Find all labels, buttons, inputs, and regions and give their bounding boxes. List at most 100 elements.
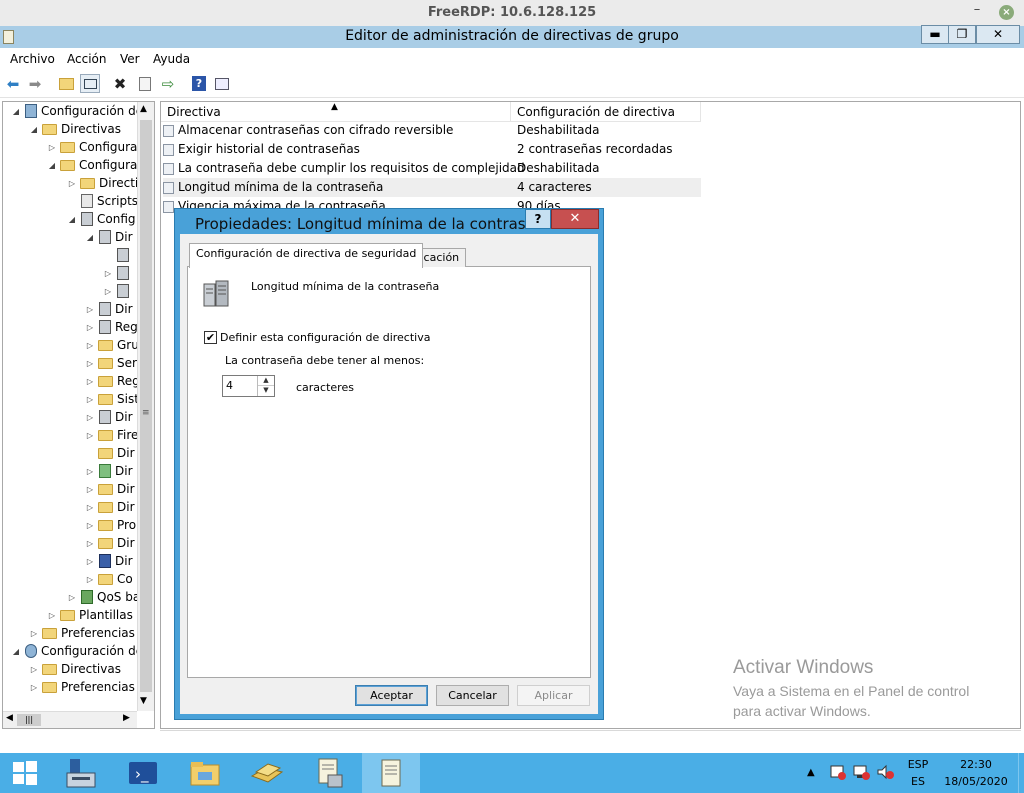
notepad-icon[interactable] xyxy=(300,753,358,793)
volume-icon[interactable] xyxy=(876,764,894,780)
tree-item[interactable]: ▷ Co xyxy=(85,570,133,588)
menu-archivo[interactable]: Archivo xyxy=(10,52,55,66)
tree-item[interactable]: ▷ Reg xyxy=(85,372,140,390)
collapsed-arrow-icon[interactable]: ▷ xyxy=(67,179,77,188)
delete-icon[interactable]: ✖ xyxy=(110,74,130,93)
start-icon[interactable] xyxy=(0,753,50,793)
min-length-value[interactable]: 4 xyxy=(226,379,233,392)
close-button[interactable]: ✕ xyxy=(976,25,1020,44)
tree-item[interactable]: ◢ Configuración de xyxy=(11,642,143,660)
spin-buttons[interactable]: ▲ ▼ xyxy=(257,376,274,396)
tree-item[interactable]: ▷ xyxy=(103,282,133,300)
collapsed-arrow-icon[interactable]: ▷ xyxy=(85,413,95,422)
view-icon[interactable] xyxy=(212,74,232,93)
tree-item[interactable]: ▷ Ser xyxy=(85,354,137,372)
tree-item[interactable]: ▷ Fire xyxy=(85,426,139,444)
tab-security-setting[interactable]: Configuración de directiva de seguridad xyxy=(189,243,424,268)
collapsed-arrow-icon[interactable]: ▷ xyxy=(85,341,95,350)
language-indicator-bottom[interactable]: ES xyxy=(904,775,932,788)
tree-item[interactable]: ▷ Dir xyxy=(85,408,133,426)
tree-item[interactable]: ▷ Gru xyxy=(85,336,139,354)
tree-item[interactable]: Dir xyxy=(85,444,135,462)
tree-item[interactable]: ◢ Dir xyxy=(85,228,133,246)
cancel-button[interactable]: Cancelar xyxy=(436,685,509,706)
tree-item[interactable]: ▷ Preferencias xyxy=(29,678,135,696)
collapsed-arrow-icon[interactable]: ▷ xyxy=(85,305,95,314)
tree-item[interactable]: ▷ Dir xyxy=(85,462,133,480)
tree-item[interactable] xyxy=(103,246,133,264)
tree-item[interactable]: ▷ Directivas xyxy=(29,660,121,678)
tree-item[interactable]: ▷ Configura xyxy=(47,138,137,156)
tree-item[interactable]: Scripts xyxy=(67,192,138,210)
column-header-configuracion[interactable]: Configuración de directiva xyxy=(511,102,701,122)
expanded-arrow-icon[interactable]: ◢ xyxy=(67,215,77,224)
collapsed-arrow-icon[interactable]: ▷ xyxy=(85,503,95,512)
tree-item[interactable]: ◢ Config xyxy=(67,210,136,228)
rdp-minimize-button[interactable]: – xyxy=(970,2,984,18)
tree-item[interactable]: ◢ Directivas xyxy=(29,120,121,138)
policy-row[interactable]: Almacenar contraseñas con cifrado revers… xyxy=(163,121,599,140)
collapsed-arrow-icon[interactable]: ▷ xyxy=(29,665,39,674)
powershell-icon[interactable]: ›_ xyxy=(114,753,172,793)
column-header-directiva[interactable]: Directiva ▲ xyxy=(161,102,511,122)
show-hide-tree-icon[interactable] xyxy=(80,74,100,93)
ok-button[interactable]: Aceptar xyxy=(355,685,428,706)
network-icon[interactable] xyxy=(852,764,870,780)
collapsed-arrow-icon[interactable]: ▷ xyxy=(29,683,39,692)
clock-time[interactable]: 22:30 xyxy=(944,758,1008,771)
menu-ver[interactable]: Ver xyxy=(120,52,140,66)
tray-expand-icon[interactable]: ▲ xyxy=(807,767,815,778)
tree-pane[interactable]: ◢ Configuración de ◢ Directivas ▷ Configura ◢ C… xyxy=(2,101,155,729)
tree-item[interactable]: ▷ Sist xyxy=(85,390,139,408)
language-indicator-top[interactable]: ESP xyxy=(904,758,932,771)
rdp-close-button[interactable]: × xyxy=(999,5,1014,20)
tree-item[interactable]: ▷ xyxy=(103,264,133,282)
apply-button[interactable]: Aplicar xyxy=(517,685,590,706)
spin-down-icon[interactable]: ▼ xyxy=(258,385,274,395)
dialog-help-button[interactable]: ? xyxy=(525,209,551,229)
tree-item[interactable]: ▷ Dir xyxy=(85,552,133,570)
server-manager-icon[interactable] xyxy=(52,753,110,793)
tree-vertical-scrollbar[interactable]: ▲ ▼ ≡ xyxy=(137,102,154,711)
collapsed-arrow-icon[interactable]: ▷ xyxy=(85,521,95,530)
tree-item[interactable]: ▷ Directi xyxy=(67,174,138,192)
expanded-arrow-icon[interactable]: ◢ xyxy=(11,647,21,656)
policy-row[interactable]: La contraseña debe cumplir los requisito… xyxy=(163,159,599,178)
collapsed-arrow-icon[interactable]: ▷ xyxy=(85,323,95,332)
tree-item[interactable]: ▷ Dir xyxy=(85,534,135,552)
tree-item[interactable]: ▷ QoS ba xyxy=(67,588,140,606)
properties-icon[interactable] xyxy=(135,74,155,93)
tree-item[interactable]: ◢ Configura xyxy=(47,156,137,174)
dialog-close-button[interactable]: ✕ xyxy=(551,209,599,229)
collapsed-arrow-icon[interactable]: ▷ xyxy=(85,557,95,566)
restore-button[interactable]: ❐ xyxy=(948,25,976,44)
expanded-arrow-icon[interactable]: ◢ xyxy=(47,161,57,170)
collapsed-arrow-icon[interactable]: ▷ xyxy=(85,485,95,494)
tree-horizontal-scrollbar[interactable]: ◀ ||| ▶ xyxy=(3,711,137,728)
show-desktop-button[interactable] xyxy=(1018,753,1024,793)
collapsed-arrow-icon[interactable]: ▷ xyxy=(103,269,113,278)
tree-item[interactable]: ▷ Plantillas a xyxy=(47,606,144,624)
tree-item[interactable]: ▷ Dir xyxy=(85,480,135,498)
expanded-arrow-icon[interactable]: ◢ xyxy=(85,233,95,242)
menu-accion[interactable]: Acción xyxy=(67,52,106,66)
menu-ayuda[interactable]: Ayuda xyxy=(153,52,190,66)
policy-row-selected[interactable]: Longitud mínima de la contraseña 4 carac… xyxy=(163,178,701,197)
collapsed-arrow-icon[interactable]: ▷ xyxy=(47,143,57,152)
up-folder-icon[interactable] xyxy=(56,74,76,93)
help-icon[interactable]: ? xyxy=(189,74,209,93)
tree-item[interactable]: ▷ Dir xyxy=(85,300,133,318)
file-explorer-icon[interactable] xyxy=(176,753,234,793)
collapsed-arrow-icon[interactable]: ▷ xyxy=(85,539,95,548)
policy-row[interactable]: Exigir historial de contraseñas 2 contra… xyxy=(163,140,673,159)
action-center-icon[interactable] xyxy=(830,764,846,780)
tree-item[interactable]: ◢ Configuración de xyxy=(11,102,143,120)
tree-item[interactable]: ▷ Dir xyxy=(85,498,135,516)
export-icon[interactable]: ⇨ xyxy=(158,74,178,93)
back-arrow-icon[interactable]: ⬅ xyxy=(3,74,23,93)
tree-item[interactable]: ▷ Reg xyxy=(85,318,138,336)
collapsed-arrow-icon[interactable]: ▷ xyxy=(47,611,57,620)
expanded-arrow-icon[interactable]: ◢ xyxy=(11,107,21,116)
gpmc-icon[interactable] xyxy=(238,753,296,793)
collapsed-arrow-icon[interactable]: ▷ xyxy=(85,395,95,404)
